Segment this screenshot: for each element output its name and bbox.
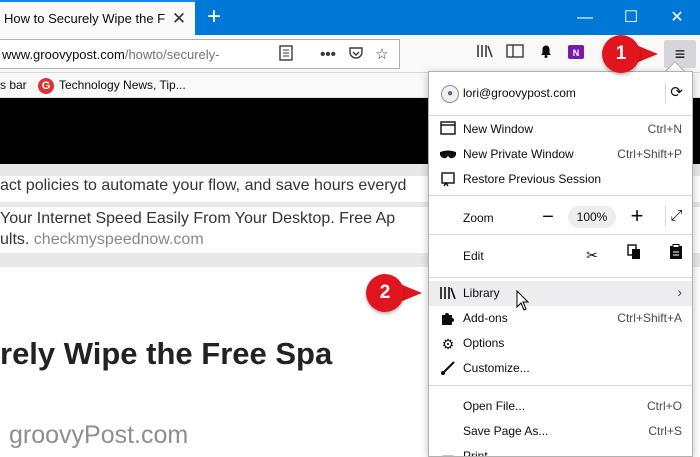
menu-item-label: Restore Previous Session — [463, 172, 602, 186]
separator — [429, 115, 692, 116]
menu-item-label: Add-ons — [463, 311, 508, 325]
menu-item-label: Customize... — [463, 361, 530, 375]
menu-item-label: New Window — [463, 122, 534, 136]
menu-item-save-page[interactable]: Save Page As... Ctrl+S — [429, 419, 692, 444]
library-toolbar-icon[interactable] — [474, 43, 496, 65]
tab-active[interactable]: How to Securely Wipe the Free ✕ — [0, 0, 195, 35]
menu-item-label: Save Page As... — [463, 424, 549, 438]
ad-link[interactable]: checkmyspeednow.com — [29, 231, 204, 248]
menu-item-shortcut: Ctrl+Shift+P — [617, 147, 682, 161]
menu-item-label: Open File... — [463, 399, 526, 413]
window-close-button[interactable]: ✕ — [654, 0, 700, 35]
puzzle-piece-icon — [439, 310, 457, 328]
printer-icon: ▭ — [441, 449, 455, 457]
svg-text:N: N — [573, 48, 580, 58]
bookmark-item-bar[interactable]: s bar — [0, 78, 27, 92]
minimize-button[interactable]: — — [562, 0, 608, 35]
callout-step-1: 1 — [602, 35, 640, 73]
menu-item-library[interactable]: Library › — [429, 281, 692, 306]
menu-item-options[interactable]: ⚙ Options — [429, 331, 692, 356]
separator — [429, 195, 692, 196]
reader-view-icon[interactable] — [276, 45, 296, 65]
menu-item-label: Options — [463, 336, 505, 350]
menu-item-shortcut: Ctrl+S — [648, 424, 682, 438]
separator — [429, 277, 692, 278]
fullscreen-icon[interactable]: ⤢ — [665, 205, 687, 227]
url-text: www.groovypost.com/howto/securely- — [2, 47, 272, 62]
maximize-button[interactable]: ☐ — [608, 0, 654, 35]
ad-text-prefix: ults. — [0, 231, 30, 248]
copy-icon[interactable] — [623, 244, 645, 266]
page-actions-icon[interactable]: ••• — [318, 45, 338, 65]
ad-text-line[interactable]: ults. checkmyspeednow.com — [0, 231, 204, 249]
zoom-reset-button[interactable]: 100% — [568, 206, 616, 228]
menu-item-shortcut: Ctrl+Shift+A — [617, 311, 682, 325]
mouse-cursor-icon — [516, 290, 530, 311]
account-avatar-icon: ● — [441, 85, 459, 103]
url-host: www.groovypost.com — [2, 47, 125, 62]
new-window-icon — [439, 121, 457, 139]
pocket-icon[interactable] — [346, 45, 366, 65]
hamburger-menu-button[interactable]: ≡ — [664, 40, 696, 68]
url-path: /howto/securely- — [124, 47, 220, 62]
cut-icon[interactable]: ✂ — [581, 244, 603, 266]
tab-title: How to Securely Wipe the Free — [4, 11, 166, 26]
callout-step-2: 2 — [366, 274, 404, 312]
notifications-icon[interactable] — [535, 43, 557, 65]
private-mask-icon — [439, 146, 457, 164]
title-bar: How to Securely Wipe the Free ✕ + — ☐ ✕ — [0, 0, 700, 35]
library-icon — [439, 285, 457, 303]
menu-item-shortcut: Ctrl+O — [646, 399, 682, 413]
url-bar[interactable]: www.groovypost.com/howto/securely- ••• ☆ — [0, 39, 400, 69]
watermark: groovyPost.com — [9, 421, 189, 449]
article-headline: rely Wipe the Free Spa — [0, 336, 333, 371]
menu-item-customize[interactable]: Customize... — [429, 356, 692, 381]
ad-text-line[interactable]: Your Internet Speed Easily From Your Des… — [0, 210, 395, 228]
sidebar-icon[interactable] — [504, 43, 526, 65]
sync-icon[interactable]: ⟳ — [665, 82, 687, 104]
menu-item-new-window[interactable]: New Window Ctrl+N — [429, 117, 692, 142]
bookmark-item-technology-news[interactable]: Technology News, Tip... — [59, 78, 186, 92]
menu-item-print[interactable]: ▭ Print... — [429, 444, 692, 457]
menu-item-new-private-window[interactable]: New Private Window Ctrl+Shift+P — [429, 142, 692, 167]
menu-item-label: New Private Window — [463, 147, 574, 161]
separator — [429, 234, 692, 235]
groovypost-favicon-icon: G — [38, 78, 54, 94]
menu-item-shortcut: Ctrl+N — [647, 122, 682, 136]
chevron-right-icon: › — [677, 284, 682, 300]
zoom-label: Zoom — [463, 211, 494, 225]
gear-icon: ⚙ — [441, 336, 455, 352]
paste-icon[interactable] — [665, 244, 687, 266]
nav-toolbar: www.groovypost.com/howto/securely- ••• ☆… — [0, 35, 700, 73]
separator — [429, 385, 692, 386]
tab-close-icon[interactable]: ✕ — [170, 10, 188, 28]
account-email[interactable]: lori@groovypost.com — [463, 86, 576, 100]
app-menu-panel: ● lori@groovypost.com ⟳ New Window Ctrl+… — [428, 71, 693, 457]
menu-item-label: Library — [463, 286, 500, 300]
restore-session-icon — [439, 171, 457, 189]
zoom-in-button[interactable]: + — [626, 205, 648, 227]
onenote-icon[interactable]: N — [565, 43, 587, 65]
bookmark-star-icon[interactable]: ☆ — [372, 45, 392, 65]
menu-item-label: Print... — [463, 449, 498, 457]
menu-item-open-file[interactable]: Open File... Ctrl+O — [429, 394, 692, 419]
menu-item-addons[interactable]: Add-ons Ctrl+Shift+A — [429, 306, 692, 331]
new-tab-button[interactable]: + — [200, 4, 228, 32]
paintbrush-icon — [439, 360, 457, 378]
menu-item-restore-session[interactable]: Restore Previous Session — [429, 167, 692, 192]
ad-text-line[interactable]: act policies to automate your flow, and … — [0, 177, 406, 195]
edit-label: Edit — [463, 249, 484, 263]
zoom-out-button[interactable]: − — [537, 206, 559, 228]
